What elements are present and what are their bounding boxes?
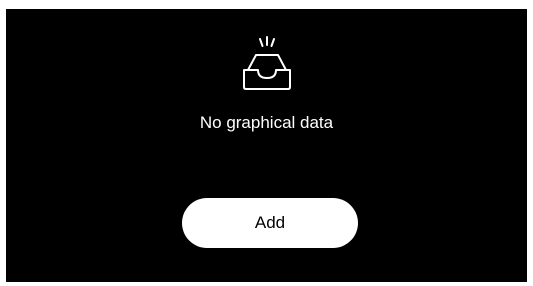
empty-state-message: No graphical data bbox=[199, 113, 334, 132]
add-button[interactable]: Add bbox=[182, 198, 358, 248]
empty-inbox-tray-icon bbox=[243, 36, 291, 90]
empty-state-panel: No graphical data Add bbox=[6, 9, 527, 282]
